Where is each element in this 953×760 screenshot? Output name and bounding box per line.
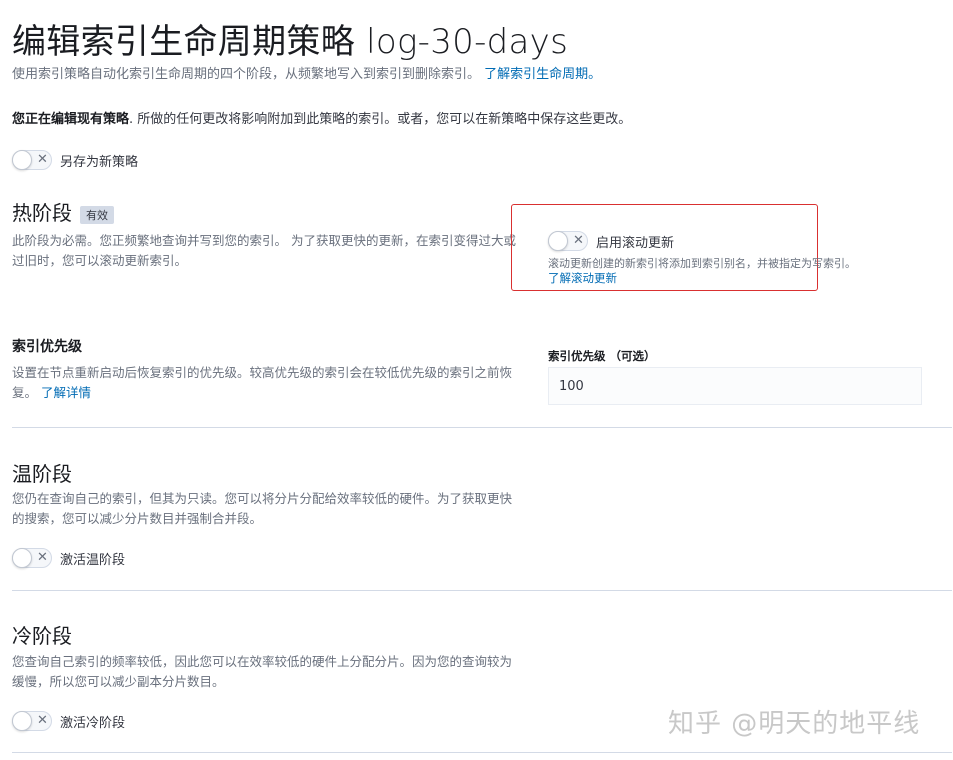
- switch-track[interactable]: ✕: [548, 231, 588, 251]
- index-priority-title: 索引优先级: [12, 339, 82, 355]
- rollover-label: 启用滚动更新: [596, 235, 675, 251]
- subtitle-text: 使用索引策略自动化索引生命周期的四个阶段，从频繁地写入到索引到删除索引。: [12, 67, 481, 82]
- edit-notice-bold: 您正在编辑现有策略: [12, 112, 130, 127]
- cold-phase-description: 您查询自己索引的频率较低，因此您可以在效率较低的硬件上分配分片。因为您的查询较为…: [12, 654, 513, 689]
- index-priority-learn-link[interactable]: 了解详情: [41, 385, 91, 400]
- hot-phase-title-text: 热阶段: [12, 201, 72, 225]
- index-priority-input[interactable]: [548, 367, 922, 405]
- index-priority-description: 设置在节点重新启动后恢复索引的优先级。较高优先级的索引会在较低优先级的索引之前恢…: [12, 363, 527, 403]
- switch-knob: [12, 150, 32, 170]
- cross-icon: ✕: [37, 713, 48, 728]
- switch-track[interactable]: ✕: [12, 711, 52, 731]
- edit-notice-text: . 所做的任何更改将影响附加到此策略的索引。或者，您可以在新策略中保存这些更改。: [129, 112, 632, 127]
- divider: [12, 590, 952, 591]
- lifecycle-learn-link[interactable]: 了解索引生命周期。: [484, 67, 601, 82]
- page-title: 编辑索引生命周期策略 log-30-days: [12, 22, 569, 62]
- rollover-learn-link[interactable]: 了解滚动更新: [548, 270, 617, 286]
- warm-phase-title: 温阶段: [12, 462, 72, 486]
- edit-notice: 您正在编辑现有策略. 所做的任何更改将影响附加到此策略的索引。或者，您可以在新策…: [12, 108, 631, 127]
- divider: [12, 752, 952, 753]
- hot-phase-title: 热阶段 有效: [12, 197, 114, 226]
- active-badge: 有效: [80, 205, 114, 224]
- index-priority-field-label: 索引优先级 （可选）: [548, 349, 656, 363]
- hot-phase-description: 此阶段为必需。您正频繁地查询并写到您的索引。 为了获取更快的更新，在索引变得过大…: [12, 233, 516, 268]
- rollover-help: 滚动更新创建的新索引将添加到索引别名，并被指定为写索引。: [548, 257, 856, 270]
- switch-knob: [12, 548, 32, 568]
- save-as-new-label: 另存为新策略: [60, 154, 139, 170]
- divider: [12, 427, 952, 428]
- warm-phase-switch[interactable]: ✕ 激活温阶段: [12, 548, 125, 568]
- cold-phase-label: 激活冷阶段: [60, 715, 126, 731]
- switch-knob: [12, 711, 32, 731]
- switch-knob: [548, 231, 568, 251]
- switch-track[interactable]: ✕: [12, 150, 52, 170]
- warm-phase-label: 激活温阶段: [60, 552, 126, 568]
- watermark: 知乎 @明天的地平线: [668, 709, 921, 739]
- warm-phase-description: 您仍在查询自己的索引，但其为只读。您可以将分片分配给效率较低的硬件。为了获取更快…: [12, 491, 513, 526]
- save-as-new-switch[interactable]: ✕ 另存为新策略: [12, 150, 138, 170]
- cross-icon: ✕: [37, 152, 48, 167]
- cross-icon: ✕: [37, 550, 48, 565]
- cold-phase-switch[interactable]: ✕ 激活冷阶段: [12, 711, 125, 731]
- switch-track[interactable]: ✕: [12, 548, 52, 568]
- cold-phase-title: 冷阶段: [12, 624, 72, 648]
- cross-icon: ✕: [573, 233, 584, 248]
- rollover-switch[interactable]: ✕ 启用滚动更新: [548, 231, 674, 251]
- page-subtitle: 使用索引策略自动化索引生命周期的四个阶段，从频繁地写入到索引到删除索引。 了解索…: [12, 63, 601, 82]
